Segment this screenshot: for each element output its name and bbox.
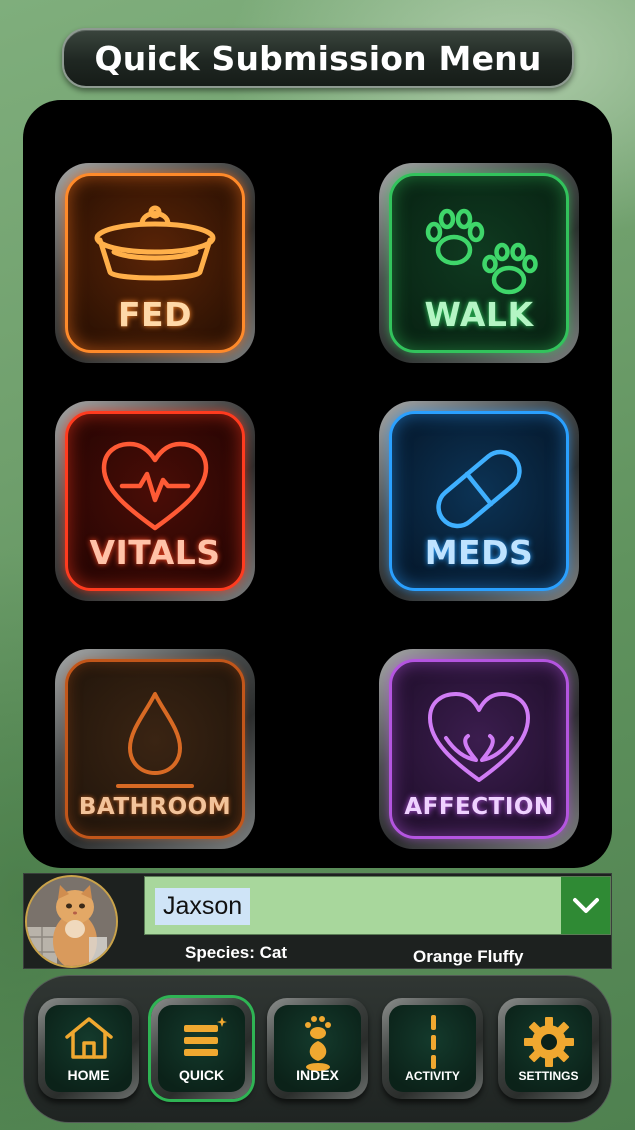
heartbeat-icon <box>101 441 209 531</box>
pet-dropdown[interactable]: Jaxson <box>144 876 611 935</box>
meds-button[interactable]: MEDS <box>379 401 579 601</box>
nav-settings-label: SETTINGS <box>518 1069 579 1083</box>
paw-prints-icon <box>425 208 538 295</box>
pet-name-value: Jaxson <box>155 888 251 925</box>
bathroom-button[interactable]: BATHROOM <box>55 649 255 849</box>
quick-list-icon <box>183 1017 227 1056</box>
quick-actions-panel: FED WALK VITALS MEDS BATHROOM AFFECTION <box>23 100 612 868</box>
bottom-navigation: HOME QUICK INDEX ACTIVITY SETTINGS <box>23 975 612 1123</box>
nav-quick-label: QUICK <box>178 1067 225 1083</box>
nav-activity[interactable]: ACTIVITY <box>382 998 483 1099</box>
nav-activity-label: ACTIVITY <box>405 1069 460 1083</box>
nav-index[interactable]: INDEX <box>267 998 368 1099</box>
pet-avatar[interactable] <box>25 875 118 968</box>
chevron-down-icon <box>572 897 599 913</box>
affection-button[interactable]: AFFECTION <box>379 649 579 849</box>
vitals-button[interactable]: VITALS <box>55 401 255 601</box>
cat-photo-icon <box>27 877 116 966</box>
page-title: Quick Submission Menu <box>94 38 542 78</box>
nav-settings[interactable]: SETTINGS <box>498 998 599 1099</box>
pill-icon <box>436 449 522 529</box>
bathroom-label: BATHROOM <box>78 794 232 820</box>
pet-dropdown-toggle[interactable] <box>561 877 610 934</box>
nav-home-label: HOME <box>67 1067 110 1083</box>
walk-label: WALK <box>424 295 534 334</box>
water-drop-icon <box>116 692 194 788</box>
affection-label: AFFECTION <box>404 794 554 820</box>
walk-button[interactable]: WALK <box>379 163 579 363</box>
pet-species: Species: Cat <box>185 943 288 962</box>
pet-description: Orange Fluffy <box>413 947 524 966</box>
gear-icon <box>523 1017 574 1067</box>
paw-leaf-icon <box>304 1016 331 1071</box>
nav-quick[interactable]: QUICK <box>151 998 252 1099</box>
fed-button[interactable]: FED <box>55 163 255 363</box>
fed-label: FED <box>118 295 192 334</box>
nav-home[interactable]: HOME <box>38 998 139 1099</box>
house-icon <box>64 1017 113 1059</box>
pet-selector-bar: Jaxson Species: Cat Orange Fluffy <box>23 873 612 969</box>
meds-label: MEDS <box>424 533 534 572</box>
page-title-bar: Quick Submission Menu <box>62 28 574 88</box>
nav-index-label: INDEX <box>296 1067 339 1083</box>
heart-hands-icon <box>428 692 530 782</box>
activity-icon <box>430 1015 436 1069</box>
food-bowl-icon <box>94 205 216 281</box>
vitals-label: VITALS <box>89 533 221 572</box>
